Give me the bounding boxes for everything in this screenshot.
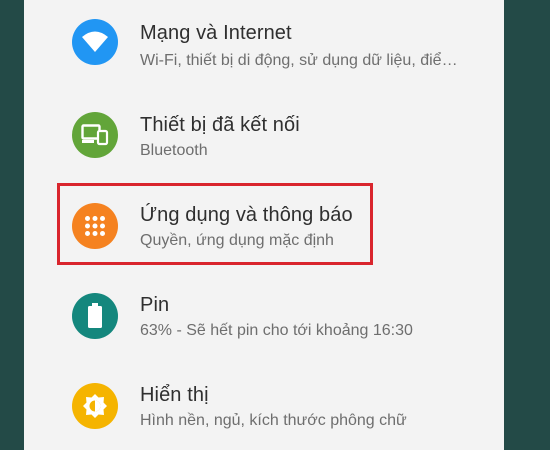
wifi-icon — [72, 19, 118, 65]
settings-screen: Mạng và Internet Wi-Fi, thiết bị di động… — [24, 0, 504, 450]
settings-item-network-internet[interactable]: Mạng và Internet Wi-Fi, thiết bị di động… — [24, 0, 494, 90]
settings-item-subtitle: 63% - Sẽ hết pin cho tới khoảng 16:30 — [140, 322, 413, 339]
settings-item-display[interactable]: Hiển thị Hình nền, ngủ, kích thước phông… — [24, 360, 494, 450]
settings-item-battery[interactable]: Pin 63% - Sẽ hết pin cho tới khoảng 16:3… — [24, 270, 494, 360]
highlight-annotation-box — [57, 183, 373, 265]
settings-item-title: Hiển thị — [140, 384, 209, 406]
settings-item-title: Pin — [140, 294, 170, 316]
battery-icon — [72, 293, 118, 339]
settings-item-title: Thiết bị đã kết nối — [140, 114, 300, 136]
display-brightness-icon — [72, 383, 118, 429]
settings-item-subtitle: Hình nền, ngủ, kích thước phông chữ — [140, 412, 407, 429]
settings-item-subtitle: Wi-Fi, thiết bị di động, sử dụng dữ liệu… — [140, 52, 458, 69]
connected-devices-icon — [72, 112, 118, 158]
settings-item-title: Mạng và Internet — [140, 22, 292, 44]
settings-item-connected-devices[interactable]: Thiết bị đã kết nối Bluetooth — [24, 90, 494, 180]
settings-item-subtitle: Bluetooth — [140, 142, 208, 159]
